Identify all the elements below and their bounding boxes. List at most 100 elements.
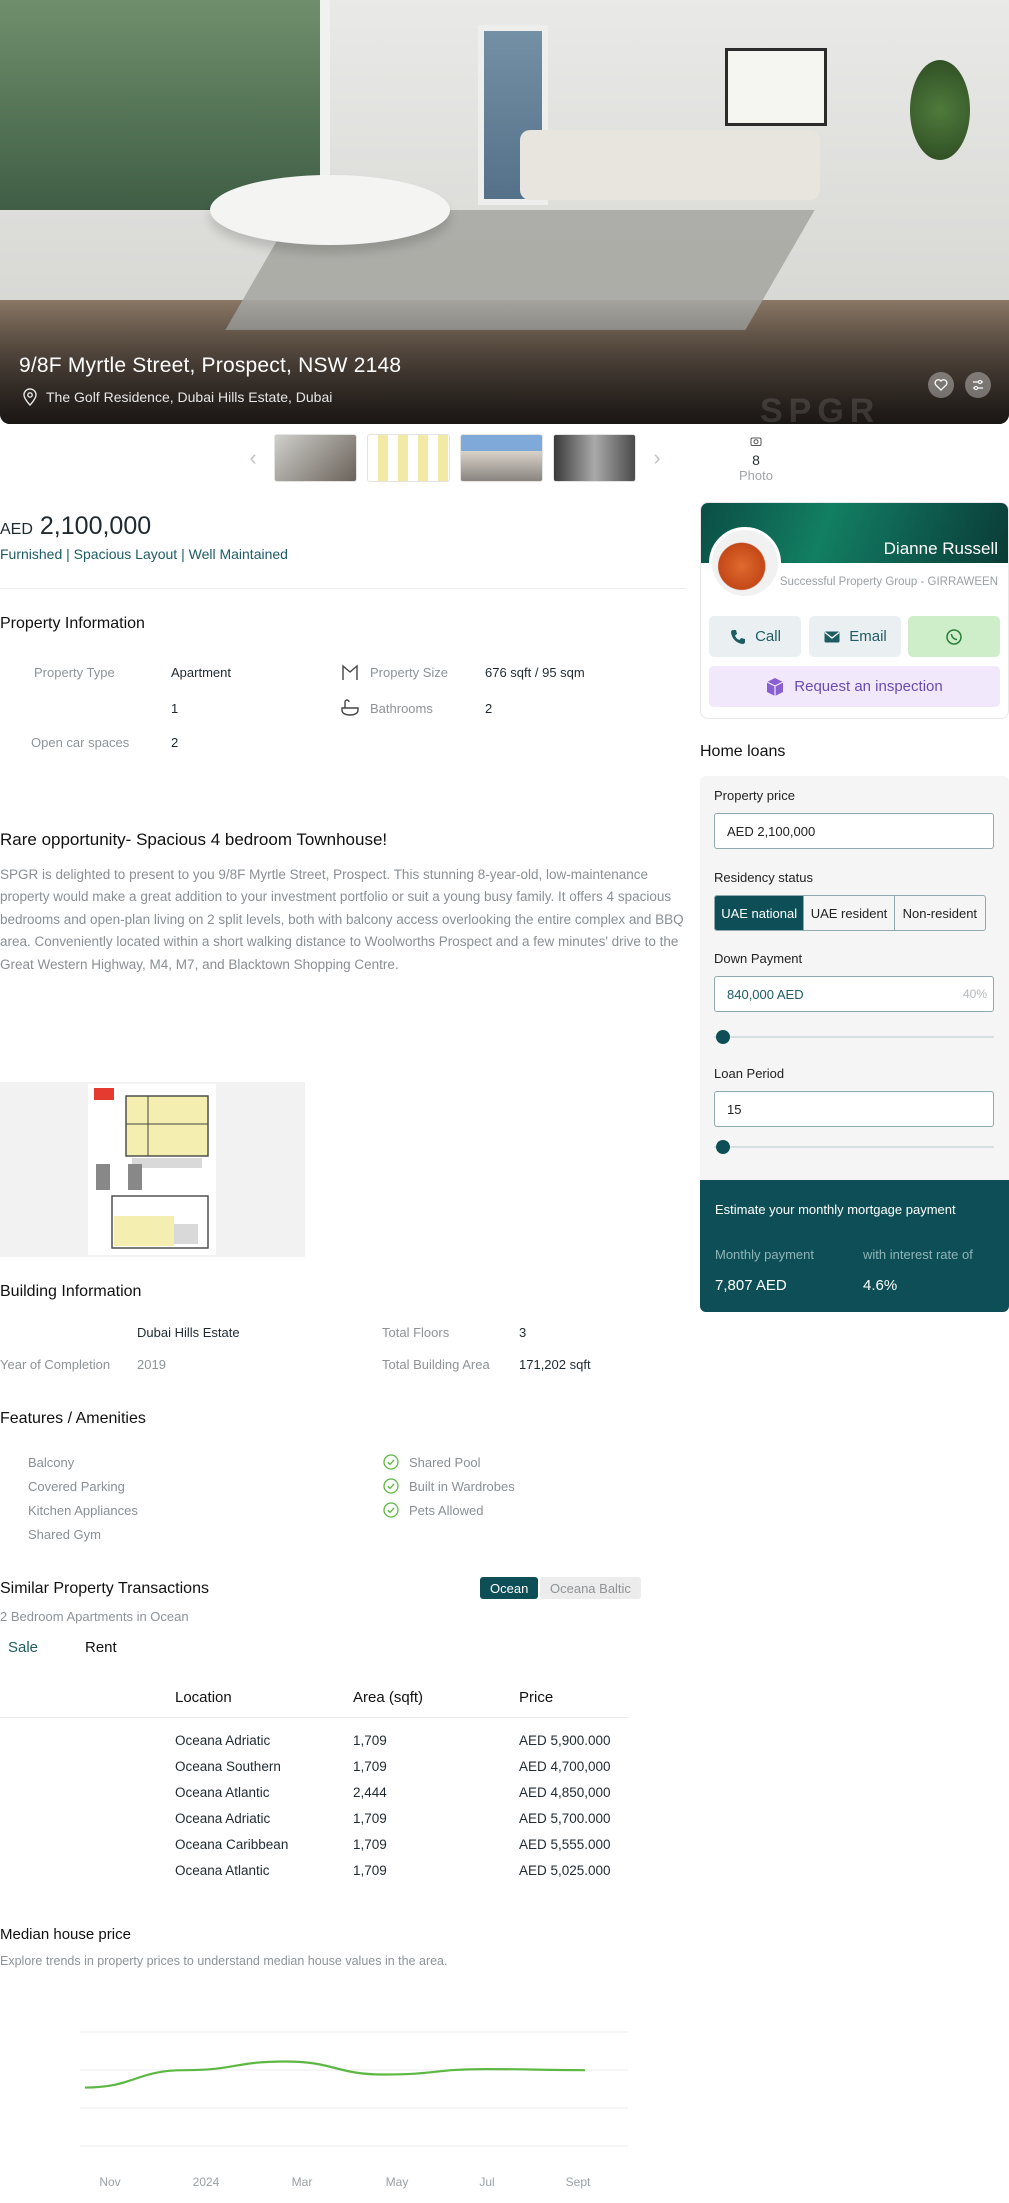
- slider-track: [714, 1146, 994, 1148]
- residency-uae-national[interactable]: UAE national: [715, 896, 805, 930]
- photo-count[interactable]: 8 Photo: [735, 434, 777, 483]
- call-button[interactable]: Call: [709, 616, 801, 657]
- table-row: Oceana Caribbean 1,709 AED 5,555.000: [0, 1837, 628, 1863]
- thumbnail[interactable]: [460, 434, 543, 482]
- down-payment-percent: 40%: [962, 987, 987, 1001]
- price-value: 2,100,000: [39, 512, 152, 540]
- property-size-value: 676 sqft / 95 sqm: [485, 665, 585, 680]
- table-divider: [0, 1717, 628, 1718]
- feature-item: Shared Pool: [409, 1455, 481, 1470]
- check-circle-icon: [383, 1478, 399, 1494]
- residency-non-resident[interactable]: Non-resident: [895, 896, 985, 930]
- down-payment-value: 840,000 AED: [727, 986, 804, 1002]
- price-currency: AED: [0, 521, 33, 538]
- camera-icon: [750, 437, 762, 446]
- mortgage-estimate-panel: Estimate your monthly mortgage payment M…: [700, 1180, 1009, 1312]
- cell-price: AED 5,025.000: [519, 1863, 611, 1878]
- floor-plan-paper: [88, 1084, 216, 1255]
- chevron-left-icon[interactable]: ‹: [242, 445, 264, 471]
- property-type-label: Property Type: [34, 665, 115, 680]
- whatsapp-button[interactable]: [908, 616, 1000, 657]
- feature-item: Balcony: [28, 1455, 75, 1470]
- table-row: Oceana Atlantic 1,709 AED 5,025.000: [0, 1863, 628, 1889]
- cell-price: AED 4,850,000: [519, 1785, 611, 1800]
- floor-plan-image[interactable]: [0, 1082, 305, 1257]
- residency-uae-resident[interactable]: UAE resident: [804, 896, 895, 930]
- cell-price: AED 5,900.000: [519, 1733, 611, 1748]
- filter-button[interactable]: [965, 372, 991, 398]
- building-area-label: Total Building Area: [382, 1357, 490, 1372]
- home-loans-title: Home loans: [700, 743, 786, 760]
- cell-location: Oceana Southern: [175, 1759, 281, 1774]
- year-completion-label: Year of Completion: [0, 1357, 111, 1372]
- thumbnail[interactable]: [553, 434, 636, 482]
- cell-area: 1,709: [353, 1863, 387, 1878]
- median-price-title: Median house price: [0, 1926, 131, 1943]
- chip-oceana-baltic[interactable]: Oceana Baltic: [540, 1577, 641, 1599]
- table-row: Oceana Adriatic 1,709 AED 5,900.000: [0, 1733, 628, 1759]
- chart-x-tick-label: May: [386, 2175, 409, 2189]
- monthly-payment-label: Monthly payment: [715, 1247, 814, 1262]
- median-price-subtitle: Explore trends in property prices to und…: [0, 1954, 448, 1968]
- envelope-icon: [824, 631, 840, 642]
- feature-item: Built in Wardrobes: [409, 1479, 515, 1494]
- tab-sale[interactable]: Sale: [8, 1639, 38, 1656]
- listing-title: 9/8F Myrtle Street, Prospect, NSW 2148: [19, 354, 402, 377]
- cell-location: Oceana Adriatic: [175, 1811, 271, 1826]
- chip-ocean[interactable]: Ocean: [480, 1577, 539, 1599]
- phone-icon: [731, 629, 746, 644]
- price: AED 2,100,000: [0, 512, 151, 541]
- tab-rent[interactable]: Rent: [85, 1639, 117, 1656]
- request-inspection-button[interactable]: Request an inspection: [709, 666, 1000, 707]
- cell-area: 1,709: [353, 1837, 387, 1852]
- monthly-payment-value: 7,807 AED: [715, 1277, 787, 1294]
- estimate-heading: Estimate your monthly mortgage payment: [715, 1202, 956, 1217]
- chart-x-tick-label: Jul: [479, 2175, 494, 2189]
- down-payment-input[interactable]: 840,000 AED 40%: [714, 976, 994, 1012]
- thumbnail[interactable]: [367, 434, 450, 482]
- property-price-input[interactable]: AED 2,100,000: [714, 813, 994, 849]
- description-title: Rare opportunity- Spacious 4 bedroom Tow…: [0, 830, 388, 849]
- feature-item: Covered Parking: [28, 1479, 125, 1494]
- loan-period-slider[interactable]: [714, 1140, 994, 1154]
- avatar: [709, 527, 781, 599]
- watermark: SPGR: [760, 392, 881, 424]
- cell-location: Oceana Adriatic: [175, 1733, 271, 1748]
- cell-area: 1,709: [353, 1733, 387, 1748]
- chart-x-tick-label: Nov: [99, 2175, 120, 2189]
- chart-x-tick-label: Mar: [292, 2175, 313, 2189]
- community-value: Dubai Hills Estate: [137, 1325, 240, 1340]
- slider-handle[interactable]: [716, 1030, 730, 1044]
- bathrooms-value: 2: [485, 701, 493, 716]
- bathtub-icon: [341, 699, 359, 716]
- chart-x-tick-label: 2024: [193, 2175, 220, 2189]
- cell-area: 2,444: [353, 1785, 387, 1800]
- email-button[interactable]: Email: [809, 616, 901, 657]
- floor-plan-drawing: [94, 1088, 209, 1249]
- slider-handle[interactable]: [716, 1140, 730, 1154]
- whatsapp-icon: [946, 628, 962, 645]
- address-text: The Golf Residence, Dubai Hills Estate, …: [46, 389, 333, 405]
- agent-company: Successful Property Group - GIRRAWEEN: [779, 576, 998, 588]
- thumbnail[interactable]: [274, 434, 357, 482]
- property-info-title: Property Information: [0, 615, 145, 632]
- table-row: Oceana Southern 1,709 AED 4,700,000: [0, 1759, 628, 1785]
- property-size-label: Property Size: [370, 665, 449, 680]
- slider-track: [714, 1036, 994, 1038]
- cube-icon: [767, 677, 784, 696]
- hero-image[interactable]: SPGR 9/8F Myrtle Street, Prospect, NSW 2…: [0, 0, 1009, 424]
- area-icon: [342, 664, 358, 680]
- interest-rate-value: 4.6%: [863, 1277, 898, 1294]
- feature-item: Kitchen Appliances: [28, 1503, 138, 1518]
- favorite-button[interactable]: [928, 372, 954, 398]
- check-circle-icon: [383, 1502, 399, 1518]
- email-label: Email: [849, 628, 887, 645]
- sliders-icon: [973, 379, 983, 391]
- loan-period-input[interactable]: 15: [714, 1091, 994, 1127]
- building-area-value: 171,202 sqft: [519, 1357, 591, 1372]
- down-payment-slider[interactable]: [714, 1030, 994, 1044]
- transactions-subtitle: 2 Bedroom Apartments in Ocean: [0, 1609, 189, 1624]
- features-title: Features / Amenities: [0, 1410, 146, 1427]
- chevron-right-icon[interactable]: ›: [646, 445, 668, 471]
- feature-item: Shared Gym: [28, 1527, 101, 1542]
